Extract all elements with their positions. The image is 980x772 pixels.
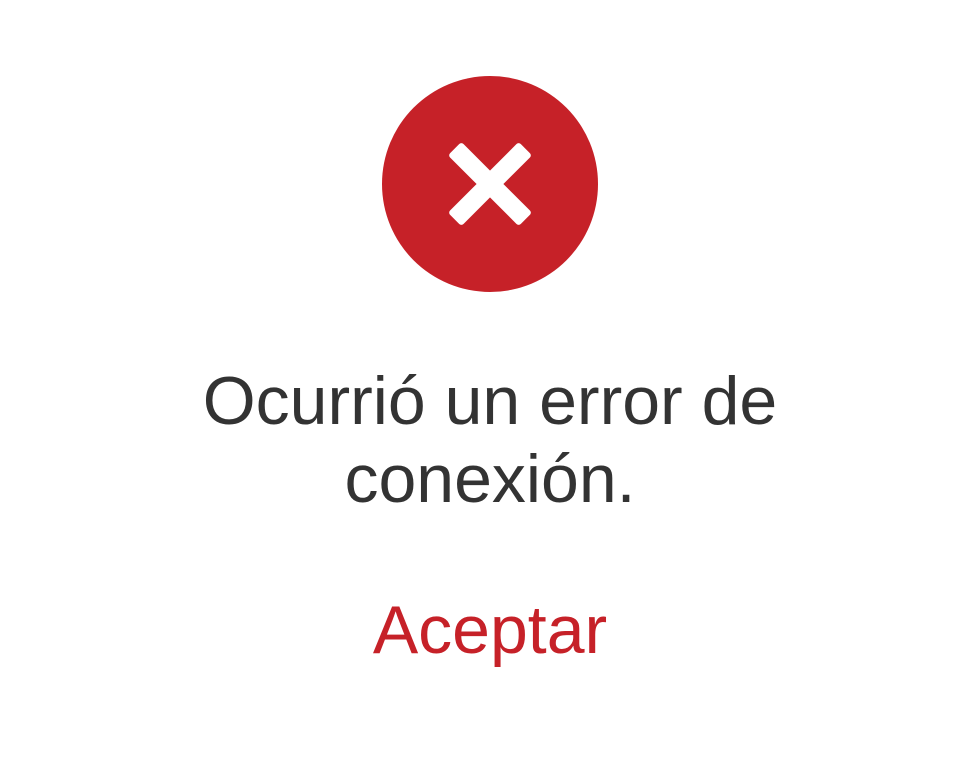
accept-button[interactable]: Aceptar xyxy=(340,588,640,672)
error-message: Ocurrió un error de conexión. xyxy=(202,363,778,517)
error-dialog: Ocurrió un error de conexión. Aceptar xyxy=(0,0,980,772)
error-x-circle-icon xyxy=(382,76,598,292)
